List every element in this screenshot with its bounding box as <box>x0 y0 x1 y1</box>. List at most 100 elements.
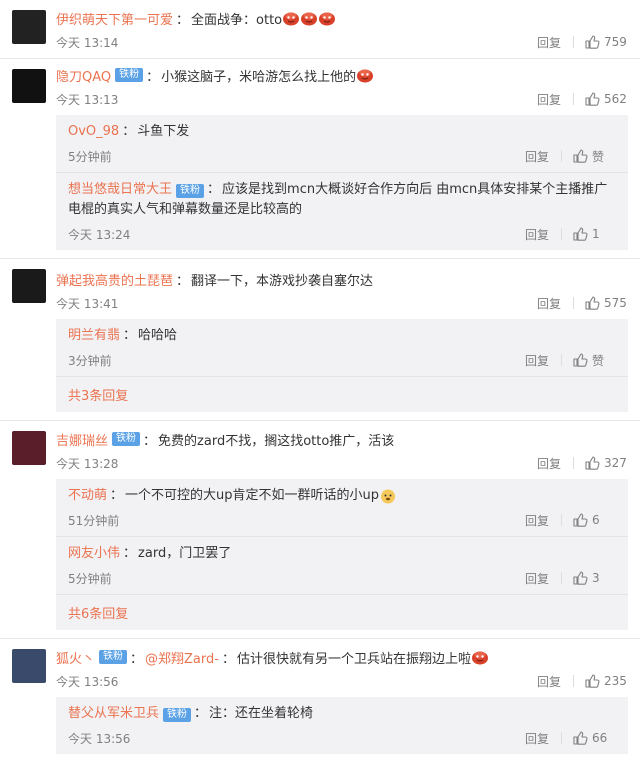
timestamp: 3分钟前 <box>68 353 112 368</box>
colon: ： <box>110 488 124 503</box>
reply-button[interactable]: 回复 <box>537 34 561 51</box>
divider <box>573 36 574 48</box>
reply-username[interactable]: 网友小伟 <box>68 546 120 561</box>
like-count: 1 <box>592 227 600 241</box>
reply-button[interactable]: 回复 <box>525 570 549 587</box>
reply-button[interactable]: 回复 <box>537 91 561 108</box>
divider <box>561 354 562 366</box>
divider <box>573 457 574 469</box>
reply-username[interactable]: 替父从军米卫兵 <box>68 706 159 721</box>
like-count: 3 <box>592 571 600 585</box>
colon: ： <box>176 273 190 289</box>
more-replies-link[interactable]: 共3条回复 <box>56 376 628 412</box>
timestamp: 今天 13:41 <box>56 296 119 311</box>
like-button[interactable]: 6 <box>572 512 616 528</box>
thumbs-up-icon <box>572 226 588 242</box>
username[interactable]: 吉娜瑞丝 <box>56 430 108 449</box>
fan-badge[interactable]: 铁粉 <box>99 650 128 664</box>
thumbs-up-icon <box>584 91 600 107</box>
comment-actions: 回复 1 <box>525 226 616 243</box>
colon: ： <box>146 69 160 85</box>
reply-item: 明兰有翡：哈哈哈 3分钟前 回复 赞 <box>56 319 628 376</box>
like-count: 327 <box>604 456 627 470</box>
reply-button[interactable]: 回复 <box>525 730 549 747</box>
like-button[interactable]: 562 <box>584 91 628 107</box>
like-count: 575 <box>604 296 627 310</box>
reply-body: OvO_98：斗鱼下发 <box>68 122 628 142</box>
reply-username[interactable]: OvO_98 <box>68 124 119 139</box>
username[interactable]: 隐刀QAQ <box>56 66 111 85</box>
colon: ： <box>194 706 208 721</box>
comment-body: 伊织萌天下第一可爱：全面战争：otto <box>56 8 640 28</box>
colon: ： <box>143 433 157 449</box>
reply-username[interactable]: 想当悠哉日常大王 <box>68 182 172 197</box>
dog-face-emoji-icon <box>379 488 397 504</box>
like-button[interactable]: 1 <box>572 226 616 242</box>
comment-meta: 今天 13:41 回复 575 <box>56 293 628 313</box>
colon: ： <box>176 12 190 28</box>
like-button[interactable]: 66 <box>572 730 616 746</box>
like-button[interactable]: 575 <box>584 295 628 311</box>
username[interactable]: 伊织萌天下第一可爱 <box>56 9 173 28</box>
like-button[interactable]: 3 <box>572 570 616 586</box>
reply-button[interactable]: 回复 <box>525 226 549 243</box>
like-button[interactable]: 235 <box>584 673 628 689</box>
emoji-icon <box>318 10 336 26</box>
comment-meta: 今天 13:14 回复 759 <box>56 32 628 52</box>
avatar[interactable] <box>12 649 46 683</box>
reply-button[interactable]: 回复 <box>537 295 561 312</box>
reply-item: 不动萌：一个不可控的大up肯定不如一群听话的小up 51分钟前 回复 6 <box>56 479 628 536</box>
like-count: 赞 <box>592 149 605 164</box>
colon: ： <box>207 182 221 197</box>
comment: 伊织萌天下第一可爱：全面战争：otto 今天 13:14 回复 759 <box>0 0 640 59</box>
reply-button[interactable]: 回复 <box>537 673 561 690</box>
username[interactable]: 弹起我高贵的土琵琶 <box>56 270 173 289</box>
fan-badge[interactable]: 铁粉 <box>176 184 205 198</box>
reply-item: 替父从军米卫兵 铁粉：注：还在坐着轮椅 今天 13:56 回复 66 <box>56 697 628 754</box>
avatar[interactable] <box>12 10 46 44</box>
comment-text: 小猴这脑子，米哈游怎么找上他的 <box>161 69 357 85</box>
colon: ： <box>122 124 136 139</box>
divider <box>561 228 562 240</box>
reply-button[interactable]: 回复 <box>537 455 561 472</box>
timestamp: 51分钟前 <box>68 513 120 528</box>
like-button[interactable]: 赞 <box>572 352 616 369</box>
avatar[interactable] <box>12 269 46 303</box>
avatar[interactable] <box>12 69 46 103</box>
reply-username[interactable]: 明兰有翡 <box>68 328 120 343</box>
avatar[interactable] <box>12 431 46 465</box>
like-button[interactable]: 327 <box>584 455 628 471</box>
thumbs-up-icon <box>572 730 588 746</box>
colon: ： <box>221 651 235 667</box>
fan-badge[interactable]: 铁粉 <box>115 68 144 82</box>
reply-button[interactable]: 回复 <box>525 352 549 369</box>
reply-item: 想当悠哉日常大王 铁粉：应该是找到mcn大概谈好合作方向后 由mcn具体安排某个主… <box>56 172 628 250</box>
reply-username[interactable]: 不动萌 <box>68 488 107 503</box>
reply-list: 明兰有翡：哈哈哈 3分钟前 回复 赞共3条回复 <box>56 319 628 412</box>
divider <box>561 572 562 584</box>
more-replies-link[interactable]: 共6条回复 <box>56 594 628 630</box>
reply-item: 网友小伟： zard，门卫罢了 5分钟前 回复 3 <box>56 536 628 594</box>
comment: 弹起我高贵的土琵琶：翻译一下，本游戏抄袭自塞尔达 今天 13:41 回复 575 明兰有… <box>0 259 640 421</box>
like-button[interactable]: 赞 <box>572 148 616 165</box>
reply-item: OvO_98：斗鱼下发 5分钟前 回复 赞 <box>56 115 628 172</box>
fan-badge[interactable]: 铁粉 <box>163 708 192 722</box>
reply-button[interactable]: 回复 <box>525 148 549 165</box>
reply-button[interactable]: 回复 <box>525 512 549 529</box>
divider <box>561 150 562 162</box>
thumbs-up-icon <box>584 673 600 689</box>
reply-meta: 今天 13:56 回复 66 <box>68 728 616 748</box>
comment-text: 免费的zard不找，搁这找otto推广，活该 <box>158 433 395 449</box>
comment-body: 吉娜瑞丝 铁粉：免费的zard不找，搁这找otto推广，活该 <box>56 429 640 449</box>
mention-link[interactable]: @郑翔Zard- <box>145 648 219 667</box>
reply-meta: 3分钟前 回复 赞 <box>68 350 616 370</box>
username[interactable]: 狐火丶 <box>56 648 95 667</box>
like-button[interactable]: 759 <box>584 34 628 50</box>
comment-actions: 回复 575 <box>537 295 628 312</box>
thumbs-up-icon <box>572 570 588 586</box>
thumbs-up-icon <box>572 352 588 368</box>
fan-badge[interactable]: 铁粉 <box>112 432 141 446</box>
comment-text: 全面战争：otto <box>191 12 283 28</box>
comment-actions: 回复 759 <box>537 34 628 51</box>
comment-actions: 回复 赞 <box>525 148 616 165</box>
